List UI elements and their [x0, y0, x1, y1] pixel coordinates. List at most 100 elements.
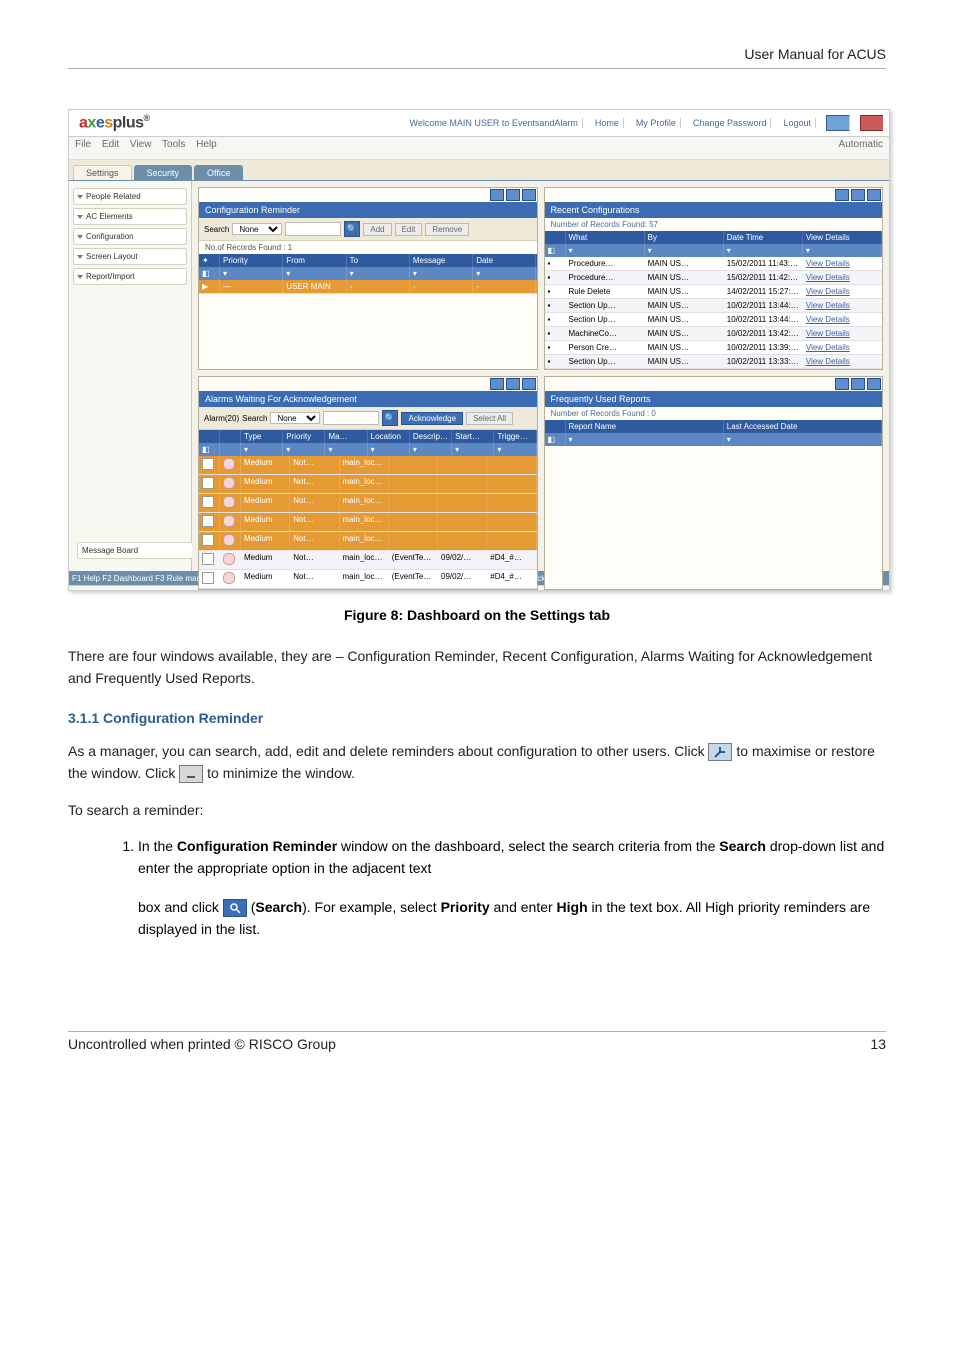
figure-caption: Figure 8: Dashboard on the Settings tab	[68, 607, 886, 623]
col-priority[interactable]: Priority	[220, 254, 283, 267]
search-dropdown[interactable]: None	[232, 223, 282, 235]
step-1-cont: box and click (Search). For example, sel…	[138, 896, 886, 941]
footer-page-number: 13	[870, 1036, 886, 1052]
panel-min-icon[interactable]	[835, 378, 849, 390]
logout-link[interactable]: Logout	[779, 118, 816, 128]
table-row[interactable]: MediumNot…main_loc…	[199, 513, 537, 532]
table-row[interactable]: MediumNot…main_loc…	[199, 494, 537, 513]
table-row[interactable]: MediumNot…main_loc…(EventTe…09/02/…#D4_#…	[199, 551, 537, 570]
dashboard-screenshot: axesplus® Welcome MAIN USER to Eventsand…	[68, 109, 890, 591]
table-row[interactable]: MediumNot…main_loc…(EventTe…09/02/…#D4_#…	[199, 570, 537, 589]
table-row[interactable]: ▶—USER MAIN---	[199, 280, 537, 294]
acknowledge-button[interactable]: Acknowledge	[401, 412, 463, 425]
col-descrip[interactable]: Descrip…	[410, 430, 452, 443]
table-row[interactable]: MediumNot…main_loc…	[199, 532, 537, 551]
row-checkbox[interactable]	[202, 496, 214, 508]
panel-min-icon[interactable]	[835, 189, 849, 201]
table-row[interactable]: ▪Section Up…MAIN US…10/02/2011 13:44:27V…	[545, 313, 883, 327]
sidebar-item-config[interactable]: Configuration	[73, 228, 187, 245]
col-type[interactable]: Type	[241, 430, 283, 443]
row-checkbox[interactable]	[202, 515, 214, 527]
panel-header: Frequently Used Reports	[545, 391, 883, 407]
add-button[interactable]: Add	[363, 223, 391, 236]
col-last-accessed[interactable]: Last Accessed Date	[724, 420, 882, 433]
search-button[interactable]: 🔍	[382, 410, 398, 426]
menu-automatic[interactable]: Automatic	[839, 139, 883, 157]
table-row[interactable]: ▪Procedure…MAIN US…15/02/2011 11:43:16Vi…	[545, 257, 883, 271]
select-all-button[interactable]: Select All	[466, 412, 513, 425]
panel-close-icon[interactable]	[522, 378, 536, 390]
col-what[interactable]: What	[566, 231, 645, 244]
close-window-icon[interactable]	[860, 115, 883, 131]
tab-office[interactable]: Office	[194, 165, 243, 180]
panel-close-icon[interactable]	[867, 378, 881, 390]
panel-title: Configuration Reminder	[205, 205, 300, 215]
row-checkbox[interactable]	[202, 534, 214, 546]
col-message[interactable]: Message	[410, 254, 473, 267]
page-footer: Uncontrolled when printed © RISCO Group …	[68, 1031, 886, 1052]
table-row[interactable]: MediumNot…main_loc…	[199, 475, 537, 494]
panel-min-icon[interactable]	[490, 378, 504, 390]
change-password-link[interactable]: Change Password	[689, 118, 772, 128]
col-date[interactable]: Date	[473, 254, 536, 267]
panel-close-icon[interactable]	[522, 189, 536, 201]
table-row[interactable]: ▪Person Cre…MAIN US…10/02/2011 13:39:28V…	[545, 341, 883, 355]
col-ma[interactable]: Ma…	[325, 430, 367, 443]
table-row[interactable]: ▪Rule DeleteMAIN US…14/02/2011 15:27:23V…	[545, 285, 883, 299]
tab-security[interactable]: Security	[134, 165, 193, 180]
main-tabs: Settings Security Office	[69, 160, 889, 181]
menu-view[interactable]: View	[130, 139, 152, 150]
search-input[interactable]	[285, 222, 341, 236]
sidebar-item-report[interactable]: Report/Import	[73, 268, 187, 285]
remove-button[interactable]: Remove	[425, 223, 469, 236]
col-priority[interactable]: Priority	[283, 430, 325, 443]
col-start[interactable]: Start…	[452, 430, 494, 443]
table-row[interactable]: ▪Procedure…MAIN US…15/02/2011 11:42:00Vi…	[545, 271, 883, 285]
col-trigger[interactable]: Trigge…	[494, 430, 536, 443]
panel-max-icon[interactable]	[506, 378, 520, 390]
row-checkbox[interactable]	[202, 572, 214, 584]
stop-icon	[223, 572, 235, 584]
panel-max-icon[interactable]	[851, 189, 865, 201]
panel-recent-config: Recent Configurations Number of Records …	[544, 187, 884, 370]
tab-settings[interactable]: Settings	[73, 165, 132, 180]
profile-link[interactable]: My Profile	[632, 118, 681, 128]
col-from[interactable]: From	[283, 254, 346, 267]
sidebar-item-ac[interactable]: AC Elements	[73, 208, 187, 225]
sidebar-item-layout[interactable]: Screen Layout	[73, 248, 187, 265]
col-datetime[interactable]: Date Time	[724, 231, 803, 244]
search-input[interactable]	[323, 411, 379, 425]
table-row[interactable]: ▪MachineCo…MAIN US…10/02/2011 13:42:13Vi…	[545, 327, 883, 341]
menu-help[interactable]: Help	[196, 139, 217, 150]
minimize-window-icon[interactable]	[826, 115, 850, 131]
row-checkbox[interactable]	[202, 477, 214, 489]
panel-min-icon[interactable]	[490, 189, 504, 201]
edit-button[interactable]: Edit	[395, 223, 423, 236]
footer-left: Uncontrolled when printed © RISCO Group	[68, 1036, 336, 1052]
row-checkbox[interactable]	[202, 458, 214, 470]
panel-close-icon[interactable]	[867, 189, 881, 201]
menu-edit[interactable]: Edit	[102, 139, 119, 150]
col-to[interactable]: To	[347, 254, 410, 267]
panel-max-icon[interactable]	[506, 189, 520, 201]
recent-config-grid: What By Date Time View Details ◧▾▾▾▾ ▪Pr…	[545, 231, 883, 369]
stop-icon	[223, 534, 235, 546]
col-details[interactable]: View Details	[803, 231, 882, 244]
menu-tools[interactable]: Tools	[162, 139, 185, 150]
row-checkbox[interactable]	[202, 553, 214, 565]
panel-max-icon[interactable]	[851, 378, 865, 390]
home-link[interactable]: Home	[591, 118, 624, 128]
message-board[interactable]: Message Board	[77, 542, 199, 559]
search-dropdown[interactable]: None	[270, 412, 320, 424]
col-location[interactable]: Location	[368, 430, 410, 443]
stop-icon	[223, 515, 235, 527]
table-row[interactable]: MediumNot…main_loc…	[199, 456, 537, 475]
search-button[interactable]: 🔍	[344, 221, 360, 237]
panel-toolbar: Search None 🔍 Add Edit Remove	[199, 218, 537, 241]
table-row[interactable]: ▪Section Up…MAIN US…10/02/2011 13:44:27V…	[545, 299, 883, 313]
table-row[interactable]: ▪Section Up…MAIN US…10/02/2011 13:33:24V…	[545, 355, 883, 369]
col-by[interactable]: By	[645, 231, 724, 244]
col-report-name[interactable]: Report Name	[566, 420, 724, 433]
sidebar-item-people[interactable]: People Related	[73, 188, 187, 205]
menu-file[interactable]: File	[75, 139, 91, 150]
